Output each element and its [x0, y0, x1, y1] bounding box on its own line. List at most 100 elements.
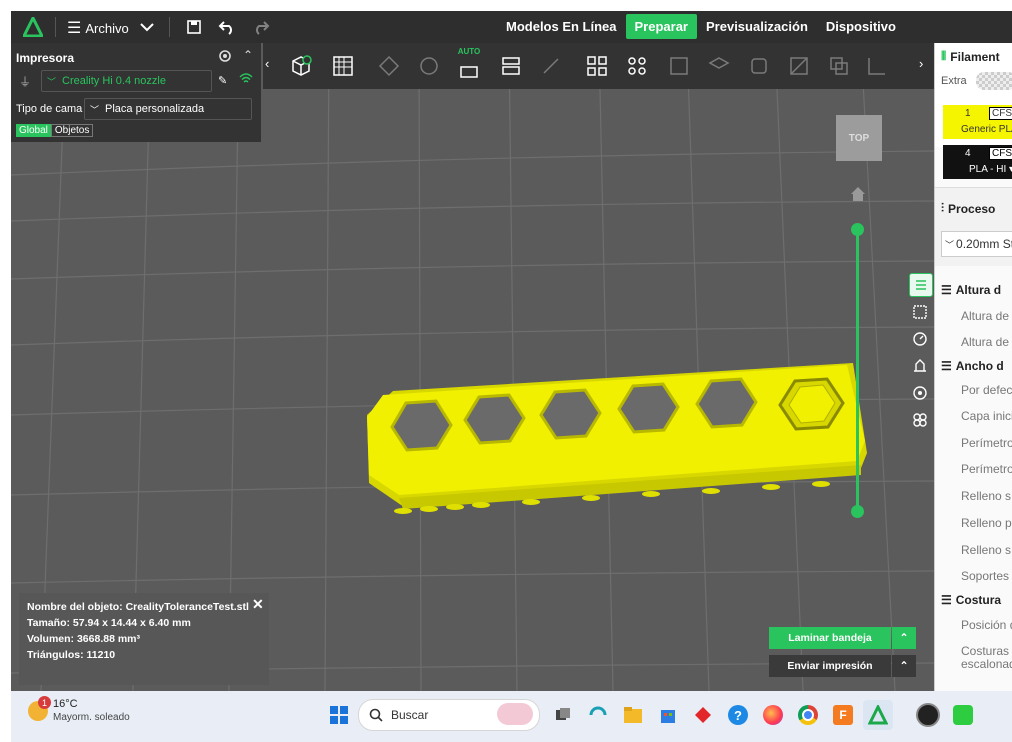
scope-global[interactable]: Global	[16, 124, 51, 137]
file-explorer-icon[interactable]	[618, 700, 648, 730]
param-item[interactable]: escalonad	[961, 657, 1012, 671]
edit-printer-icon[interactable]: ✎	[218, 74, 227, 87]
app-dark-icon[interactable]	[913, 700, 943, 730]
split-objects-icon[interactable]	[581, 50, 613, 82]
task-view-icon[interactable]	[548, 700, 578, 730]
layer-slider-track[interactable]	[856, 230, 859, 512]
view-cube[interactable]: TOP	[836, 115, 882, 161]
send-print-button[interactable]: Enviar impresión	[769, 655, 891, 677]
tab-prepare[interactable]: Preparar	[625, 14, 697, 39]
filament-slot-1[interactable]: 1 CFS Generic PLA	[943, 105, 1012, 139]
param-group-header[interactable]: ☰ Ancho d	[941, 359, 1004, 373]
chevron-down-icon: ﹀	[945, 239, 955, 250]
filament-icon: ⦀	[941, 49, 947, 63]
extra-color-swatch[interactable]	[976, 72, 1012, 90]
support-settings-icon[interactable]	[909, 354, 931, 376]
toolbar-scroll-right-icon[interactable]: ›	[919, 56, 923, 71]
param-item[interactable]: Costuras	[961, 644, 1009, 658]
home-view-icon[interactable]	[850, 186, 866, 202]
slot-filament-name: Generic PLA	[961, 124, 1012, 135]
param-item[interactable]: Por defec	[961, 383, 1012, 397]
tab-device[interactable]: Dispositivo	[817, 14, 905, 39]
param-item[interactable]: Capa inici	[961, 409, 1012, 423]
tab-online-models[interactable]: Modelos En Línea	[497, 14, 626, 39]
collapse-icon[interactable]: ⌃	[243, 48, 253, 62]
copilot-icon[interactable]	[583, 700, 613, 730]
param-item[interactable]: Relleno p	[961, 516, 1012, 530]
param-item[interactable]: Relleno s	[961, 489, 1011, 503]
param-item[interactable]: Posición d	[961, 618, 1012, 632]
slice-options-chevron-icon[interactable]: ⌃	[892, 627, 916, 649]
undo-icon[interactable]	[217, 17, 237, 37]
orient-icon[interactable]	[373, 50, 405, 82]
main-tabs: Modelos En Línea Preparar Previsualizaci…	[497, 14, 905, 39]
arrange-icon[interactable]	[495, 50, 527, 82]
add-object-icon[interactable]	[285, 50, 317, 82]
search-icon	[369, 708, 383, 722]
param-group-header[interactable]: ☰ Altura d	[941, 283, 1001, 297]
printer-select[interactable]: ﹀ Creality Hi 0.4 nozzle	[41, 70, 212, 92]
speed-icon[interactable]	[909, 328, 931, 350]
divider	[55, 17, 56, 37]
taskbar-search[interactable]: Buscar	[358, 699, 540, 731]
split-parts-icon[interactable]	[621, 50, 653, 82]
toolbar-scroll-left-icon[interactable]: ‹	[265, 56, 269, 71]
param-group-header[interactable]: ☰ Costura	[941, 593, 1001, 607]
store-icon[interactable]	[653, 700, 683, 730]
group-label: Ancho d	[955, 359, 1004, 373]
save-icon[interactable]	[184, 17, 204, 37]
param-item[interactable]: Soportes	[961, 569, 1009, 583]
param-item[interactable]: Perímetro	[961, 436, 1012, 450]
group-label: Altura d	[955, 283, 1002, 297]
param-item[interactable]: Relleno s	[961, 543, 1011, 557]
cut-icon[interactable]	[535, 50, 567, 82]
app-green-icon[interactable]	[948, 700, 978, 730]
app-logo-icon	[21, 14, 45, 42]
scale-icon[interactable]	[663, 50, 695, 82]
slice-button[interactable]: Laminar bandeja	[769, 627, 891, 649]
chevron-down-icon[interactable]	[137, 17, 157, 37]
object-list-icon[interactable]	[909, 273, 933, 297]
app-orange-icon[interactable]: F	[828, 700, 858, 730]
add-plate-icon[interactable]	[327, 50, 359, 82]
layer-slider-top-handle[interactable]	[851, 223, 864, 236]
filament-slot-4[interactable]: 4 CFS PLA - HI ▾	[943, 145, 1012, 179]
support-icon[interactable]	[743, 50, 775, 82]
chrome-icon[interactable]	[793, 700, 823, 730]
tab-preview[interactable]: Previsualización	[697, 14, 817, 39]
printer-settings-icon[interactable]	[218, 49, 232, 66]
param-item[interactable]: Altura de	[961, 335, 1009, 349]
param-item[interactable]: Altura de	[961, 309, 1009, 323]
others-icon[interactable]	[909, 382, 931, 404]
close-icon[interactable]: ✕	[252, 596, 264, 613]
firefox-icon[interactable]	[758, 700, 788, 730]
filament-header[interactable]: ⦀ Filament	[941, 49, 1000, 64]
send-options-chevron-icon[interactable]: ⌃	[892, 655, 916, 677]
slot-number: 4	[965, 148, 971, 159]
process-header[interactable]: ⫶ Proceso	[941, 201, 995, 216]
layer-slider-bottom-handle[interactable]	[851, 505, 864, 518]
param-item[interactable]: Perímetro	[961, 462, 1012, 476]
scope-objects[interactable]: Objetos	[50, 124, 94, 137]
multimaterial-icon[interactable]	[909, 409, 931, 431]
process-preset-value: 0.20mm St	[956, 237, 1012, 251]
app-red-icon[interactable]	[688, 700, 718, 730]
start-icon[interactable]	[324, 700, 354, 730]
weather-temp[interactable]: 16°C	[53, 698, 78, 710]
creality-print-icon[interactable]	[863, 700, 893, 730]
object-name: Nombre del objeto: CrealityToleranceTest…	[27, 601, 249, 613]
quality-icon[interactable]	[909, 301, 931, 323]
boolean-icon[interactable]	[823, 50, 855, 82]
redo-icon[interactable]	[251, 17, 271, 37]
brush-icon[interactable]	[413, 50, 445, 82]
archivo-menu[interactable]: ☰ Archivo	[67, 18, 129, 38]
wifi-icon[interactable]	[239, 72, 253, 87]
bed-type-select[interactable]: ﹀ Placa personalizada	[84, 98, 252, 120]
auto-arrange-icon[interactable]: AUTO	[453, 47, 485, 82]
measure-icon[interactable]	[861, 50, 893, 82]
layers-icon[interactable]	[703, 50, 735, 82]
weather-desc[interactable]: Mayorm. soleado	[53, 712, 130, 723]
process-preset-select[interactable]: ﹀ 0.20mm St	[941, 231, 1012, 257]
help-icon[interactable]: ?	[723, 700, 753, 730]
seam-icon[interactable]	[783, 50, 815, 82]
